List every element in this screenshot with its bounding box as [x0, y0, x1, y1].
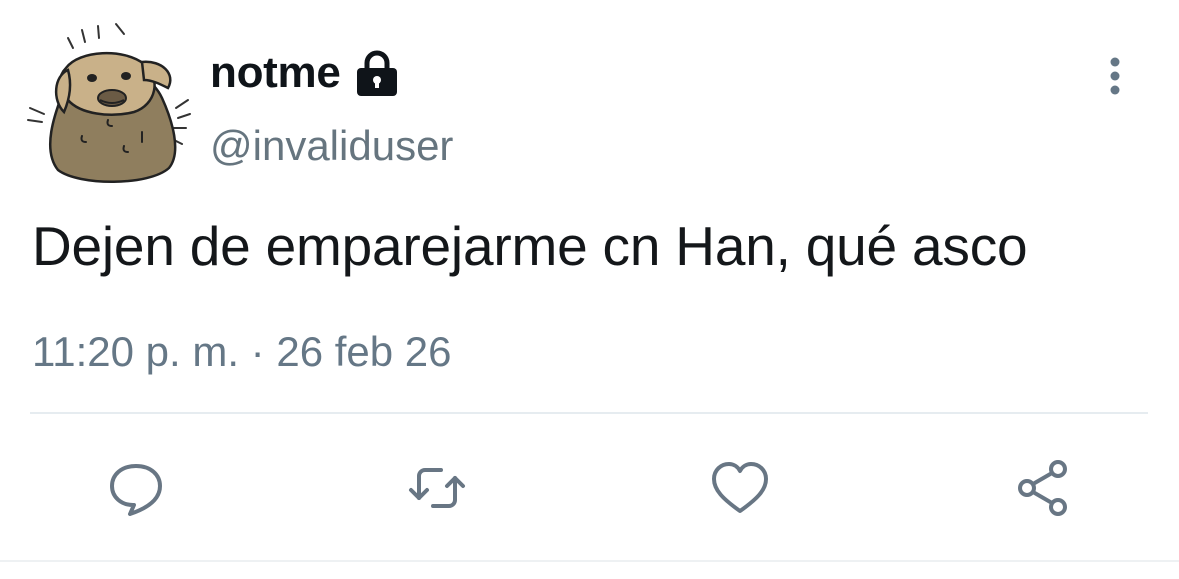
display-name[interactable]: notme: [210, 48, 341, 98]
retweet-icon: [409, 468, 465, 508]
heart-icon: [712, 462, 768, 513]
share-button[interactable]: [1012, 456, 1076, 520]
avatar[interactable]: [24, 20, 194, 185]
display-name-row[interactable]: notme: [210, 48, 401, 98]
tweet-card: notme @invaliduser Dejen de emparejarme …: [0, 0, 1179, 579]
reply-button[interactable]: [104, 456, 168, 520]
retweet-button[interactable]: [405, 456, 469, 520]
share-icon: [1018, 460, 1067, 516]
comment-icon: [110, 464, 162, 516]
lock-icon: [356, 50, 397, 96]
divider: [30, 412, 1148, 414]
like-button[interactable]: [708, 456, 772, 520]
bottom-divider: [0, 560, 1179, 562]
tweet-text: Dejen de emparejarme cn Han, qué asco: [32, 215, 1028, 277]
tweet-timestamp[interactable]: 11:20 p. m. · 26 feb 26: [32, 328, 452, 376]
more-vertical-icon[interactable]: [1098, 56, 1132, 96]
user-handle[interactable]: @invaliduser: [210, 122, 453, 170]
